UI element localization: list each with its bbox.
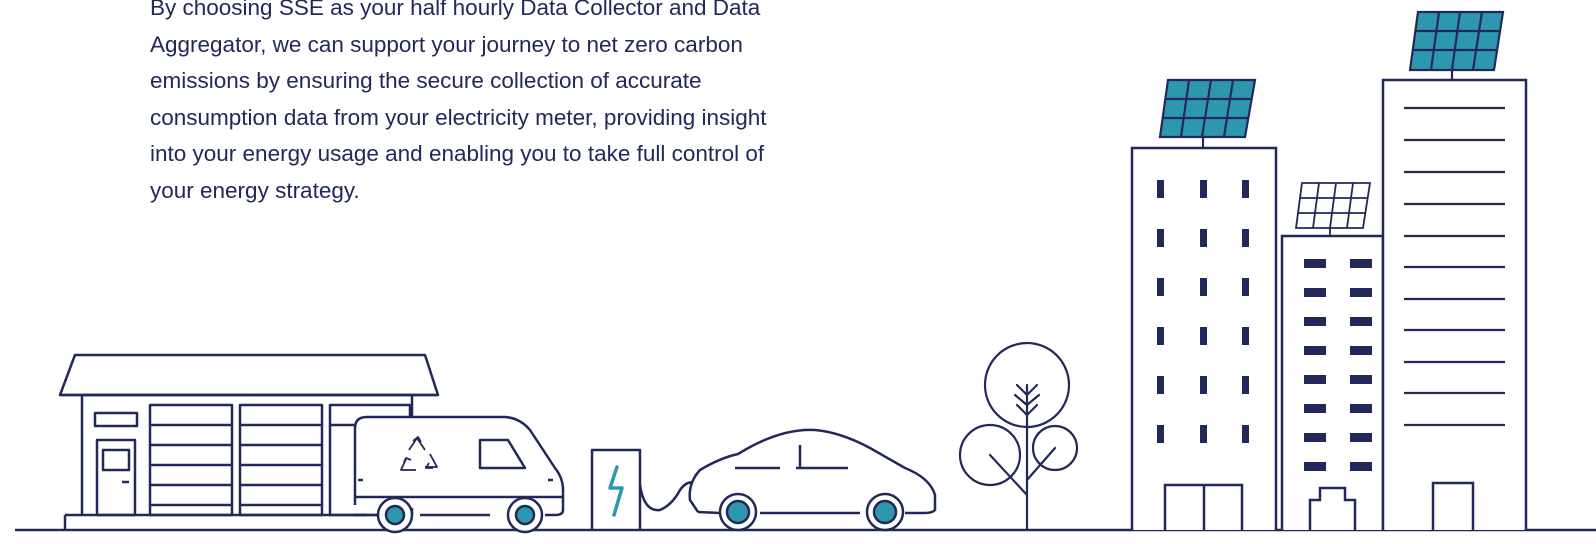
- car-wheel-rear: [718, 492, 758, 532]
- delivery-van: [353, 415, 565, 534]
- car-wheel-front: [865, 492, 905, 532]
- solar-panel-left: [1158, 78, 1257, 148]
- tall-building-with-solar-panel: [1381, 10, 1528, 530]
- solar-panel-right: [1408, 10, 1505, 80]
- trees: [958, 341, 1079, 532]
- van-wheel-rear: [376, 496, 414, 534]
- van-wheel-front: [506, 496, 544, 534]
- lightning-bolt-icon: [608, 465, 624, 517]
- electric-car: [688, 428, 937, 532]
- office-building-with-solar-panel: [1130, 78, 1278, 530]
- page: By choosing SSE as your half hourly Data…: [0, 0, 1596, 544]
- small-building-with-solar-panel: [1280, 182, 1385, 530]
- city-illustration: [15, 10, 1596, 534]
- solar-panel-middle: [1294, 182, 1372, 236]
